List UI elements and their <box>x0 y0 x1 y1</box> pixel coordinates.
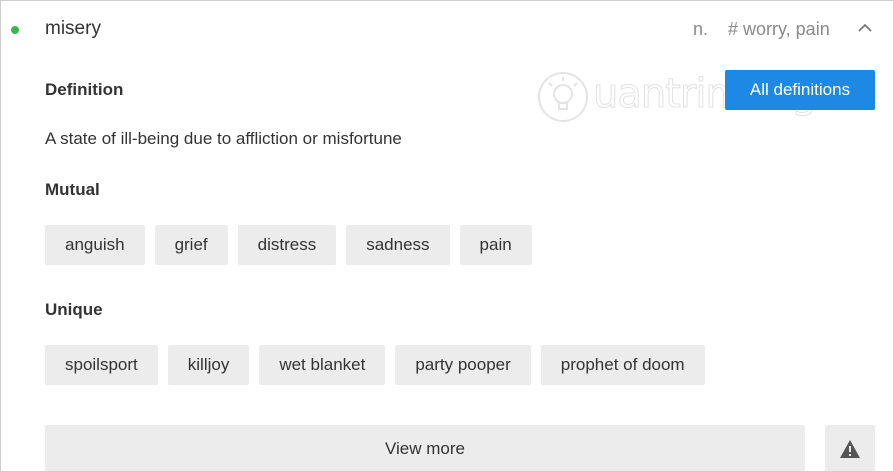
synonym-card: misery n. # worry, pain uantrimang Defin… <box>0 0 894 472</box>
synonym-chip[interactable]: anguish <box>45 225 145 265</box>
all-definitions-button[interactable]: All definitions <box>725 70 875 110</box>
synonym-chip[interactable]: distress <box>237 225 337 265</box>
synonym-chip[interactable]: party pooper <box>395 345 531 385</box>
definition-text: A state of ill-being due to affliction o… <box>45 129 402 148</box>
mutual-synonyms: anguish grief distress sadness pain <box>45 225 532 265</box>
mutual-heading: Mutual <box>45 180 100 199</box>
lightbulb-icon <box>538 72 588 122</box>
status-dot <box>11 26 19 34</box>
view-more-button[interactable]: View more <box>45 425 805 471</box>
synonym-chip[interactable]: wet blanket <box>259 345 386 385</box>
entry-tags: # worry, pain <box>728 19 830 39</box>
synonym-chip[interactable]: killjoy <box>167 345 250 385</box>
part-of-speech: n. <box>693 19 709 39</box>
unique-synonyms: spoilsport killjoy wet blanket party poo… <box>45 345 705 385</box>
synonym-chip[interactable]: spoilsport <box>45 345 158 385</box>
synonym-chip[interactable]: pain <box>459 225 532 265</box>
warning-icon <box>840 440 860 458</box>
unique-heading: Unique <box>45 300 103 319</box>
report-button[interactable] <box>825 425 875 471</box>
definition-heading: Definition <box>45 80 124 99</box>
synonym-chip[interactable]: grief <box>154 225 228 265</box>
entry-word: misery <box>45 18 101 39</box>
entry-header[interactable]: misery n. # worry, pain <box>1 1 893 57</box>
synonym-chip[interactable]: sadness <box>346 225 450 265</box>
chevron-up-icon[interactable] <box>856 19 874 37</box>
synonym-chip[interactable]: prophet of doom <box>540 345 705 385</box>
